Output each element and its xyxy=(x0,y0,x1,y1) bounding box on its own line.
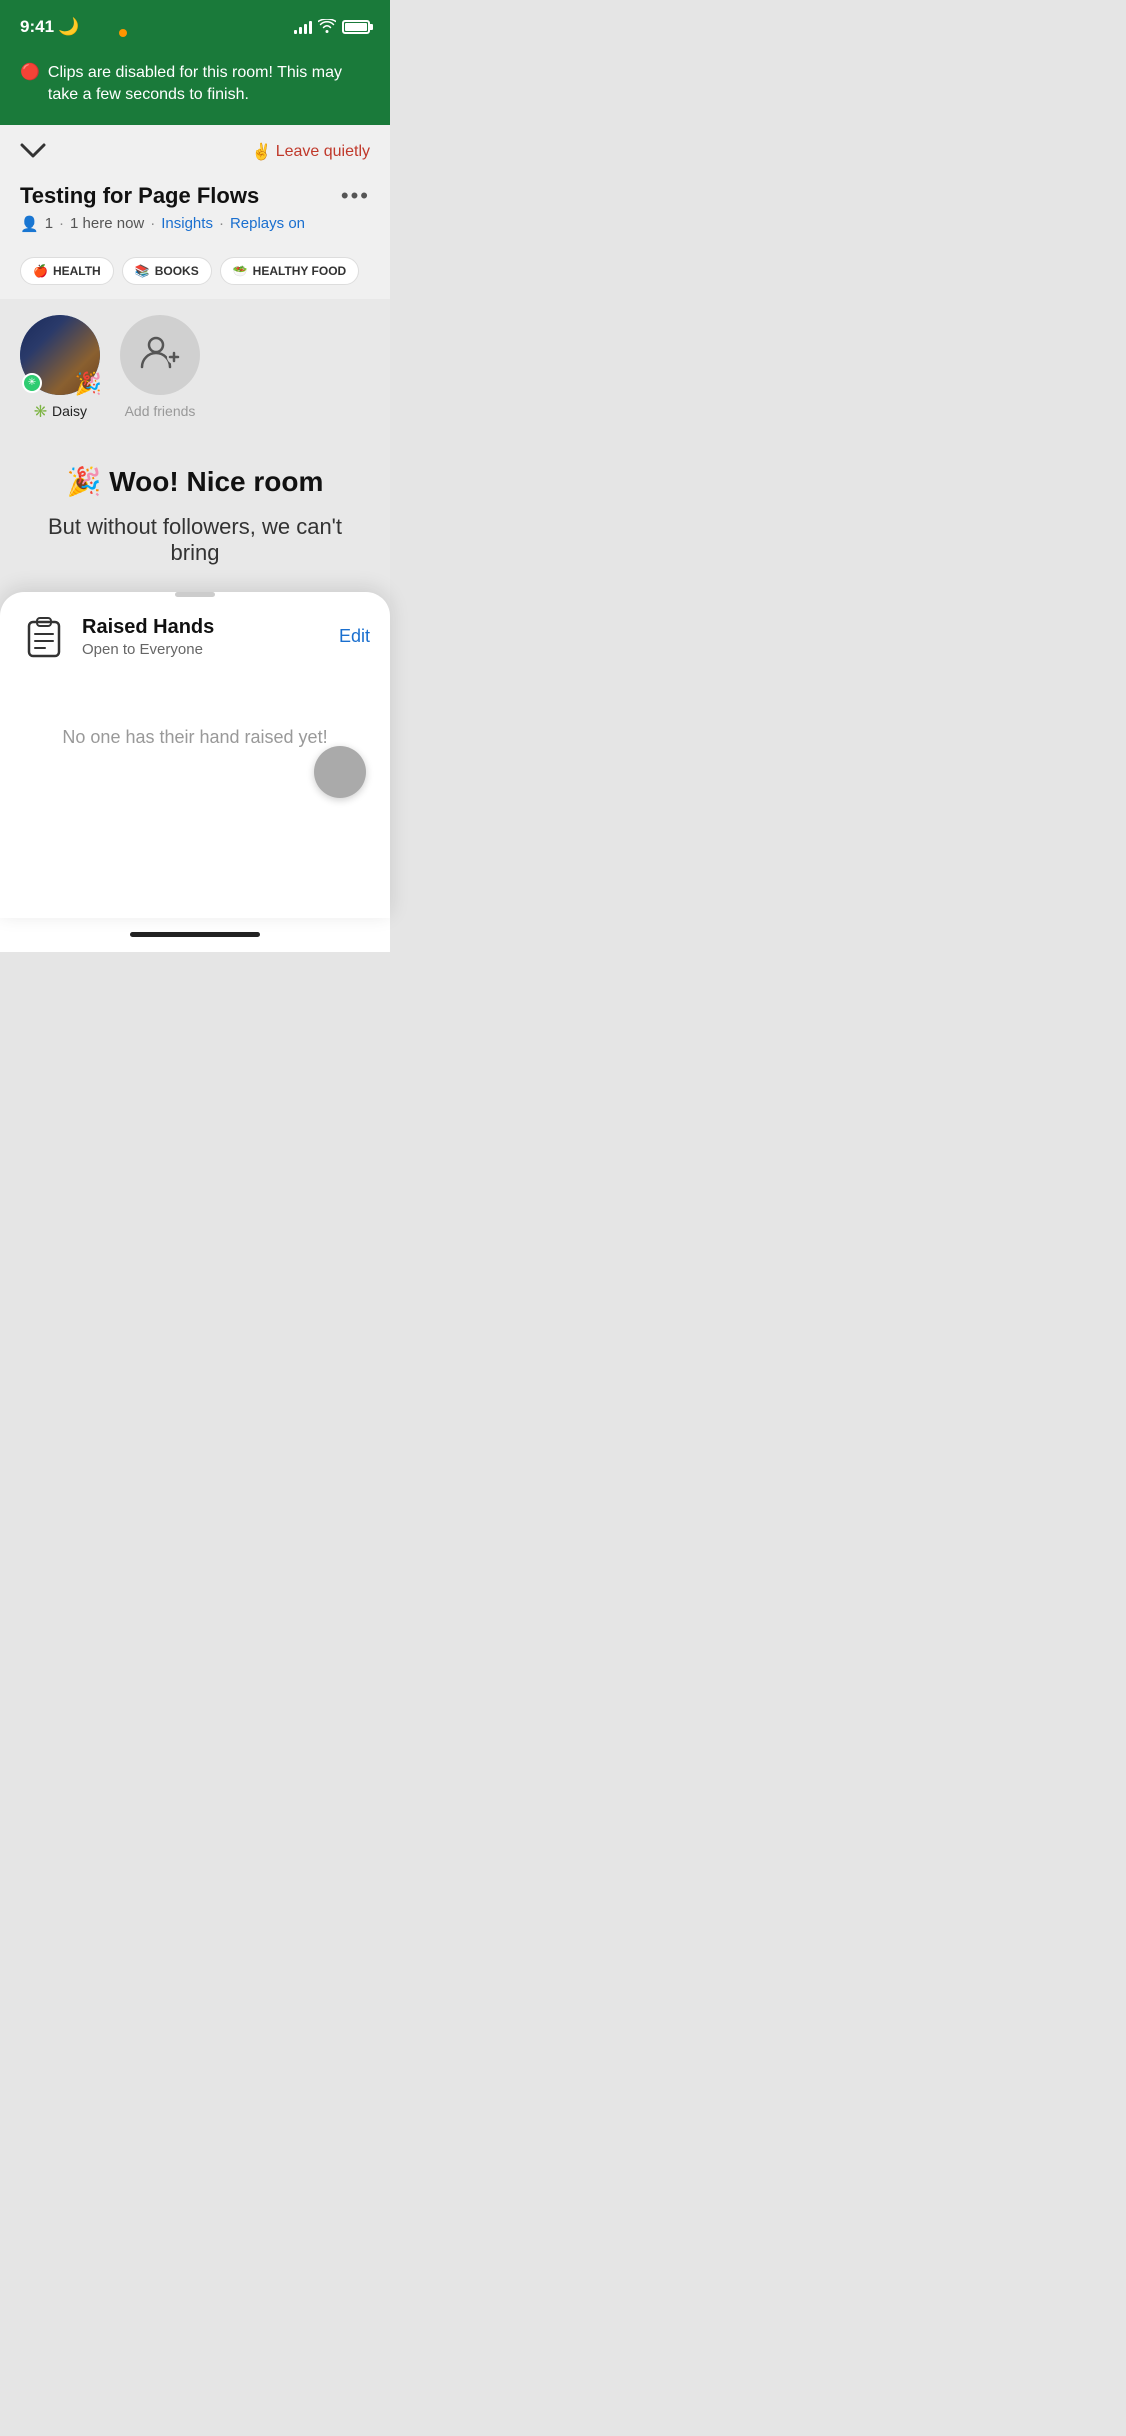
member-count: 1 xyxy=(45,215,53,232)
edit-button[interactable]: Edit xyxy=(339,626,370,647)
followers-text: But without followers, we can't bring xyxy=(20,514,370,566)
bottom-sheet: Raised Hands Open to Everyone Edit No on… xyxy=(0,592,390,918)
wifi-icon xyxy=(318,19,336,36)
status-time: 9:41 🌙 xyxy=(20,17,79,37)
celebration-area: 🎉 Woo! Nice room But without followers, … xyxy=(0,435,390,582)
room-header: Testing for Page Flows ••• 👤 1 · 1 here … xyxy=(0,175,390,247)
tag-health-label: HEALTH xyxy=(53,264,101,278)
banner-icon: 🔴 xyxy=(20,62,40,82)
orange-dot xyxy=(119,29,127,37)
daisy-badge-icon: ✳️ xyxy=(33,404,48,418)
celebration-heading-text: Woo! Nice room xyxy=(109,466,323,497)
home-bar xyxy=(130,932,260,937)
sheet-header: Raised Hands Open to Everyone Edit xyxy=(0,613,390,677)
clipboard-icon xyxy=(20,613,68,661)
status-bar: 9:41 🌙 xyxy=(0,0,390,50)
tag-healthy-food[interactable]: 🥗 HEALTHY FOOD xyxy=(220,257,360,285)
home-indicator xyxy=(0,918,390,952)
fab-button[interactable] xyxy=(314,746,366,798)
sheet-subtitle: Open to Everyone xyxy=(82,641,214,658)
sheet-title: Raised Hands xyxy=(82,616,214,639)
leave-label: Leave quietly xyxy=(276,143,370,161)
participant-daisy[interactable]: 🎉 ✳ ✳️ Daisy xyxy=(20,315,100,419)
collapse-button[interactable] xyxy=(20,139,46,165)
top-nav: ✌️ Leave quietly xyxy=(0,125,390,175)
tag-healthy-food-emoji: 🥗 xyxy=(233,264,248,278)
participants-section: 🎉 ✳ ✳️ Daisy xyxy=(0,299,390,435)
replays-link[interactable]: Replays on xyxy=(230,215,305,232)
banner-text: Clips are disabled for this room! This m… xyxy=(48,62,370,107)
sheet-title-group: Raised Hands Open to Everyone xyxy=(82,616,214,658)
clips-disabled-banner: 🔴 Clips are disabled for this room! This… xyxy=(0,50,390,125)
green-badge: ✳ xyxy=(22,373,42,393)
tag-books[interactable]: 📚 BOOKS xyxy=(122,257,212,285)
moon-icon: 🌙 xyxy=(58,17,79,37)
here-now: 1 here now xyxy=(70,215,144,232)
room-title: Testing for Page Flows xyxy=(20,183,259,209)
sheet-handle[interactable] xyxy=(175,592,215,597)
time-label: 9:41 xyxy=(20,17,54,37)
tag-health[interactable]: 🍎 HEALTH xyxy=(20,257,114,285)
party-hat-icon: 🎉 xyxy=(75,371,102,397)
status-icons xyxy=(294,19,370,36)
daisy-name: ✳️ Daisy xyxy=(33,403,87,419)
person-icon: 👤 xyxy=(20,215,39,233)
daisy-avatar-wrap: 🎉 ✳ xyxy=(20,315,100,395)
add-friends-avatar xyxy=(120,315,200,395)
tag-health-emoji: 🍎 xyxy=(33,264,48,278)
main-content: ✌️ Leave quietly Testing for Page Flows … xyxy=(0,125,390,918)
sheet-title-area: Raised Hands Open to Everyone xyxy=(20,613,214,661)
add-person-icon xyxy=(138,329,182,381)
tag-books-emoji: 📚 xyxy=(135,264,150,278)
leave-emoji: ✌️ xyxy=(252,142,272,162)
tag-healthy-food-label: HEALTHY FOOD xyxy=(253,264,347,278)
signal-icon xyxy=(294,20,312,34)
leave-quietly-button[interactable]: ✌️ Leave quietly xyxy=(252,142,370,162)
tag-books-label: BOOKS xyxy=(155,264,199,278)
tags-row: 🍎 HEALTH 📚 BOOKS 🥗 HEALTHY FOOD xyxy=(0,247,390,299)
room-meta: 👤 1 · 1 here now · Insights · Replays on xyxy=(20,215,370,233)
add-friends-label: Add friends xyxy=(125,403,196,419)
insights-link[interactable]: Insights xyxy=(161,215,213,232)
celebration-emoji: 🎉 xyxy=(67,466,102,497)
celebration-heading: 🎉 Woo! Nice room xyxy=(20,465,370,498)
add-friends-button[interactable]: Add friends xyxy=(120,315,200,419)
fab-area xyxy=(0,798,390,878)
battery-icon xyxy=(342,20,370,34)
more-options-button[interactable]: ••• xyxy=(341,183,370,209)
